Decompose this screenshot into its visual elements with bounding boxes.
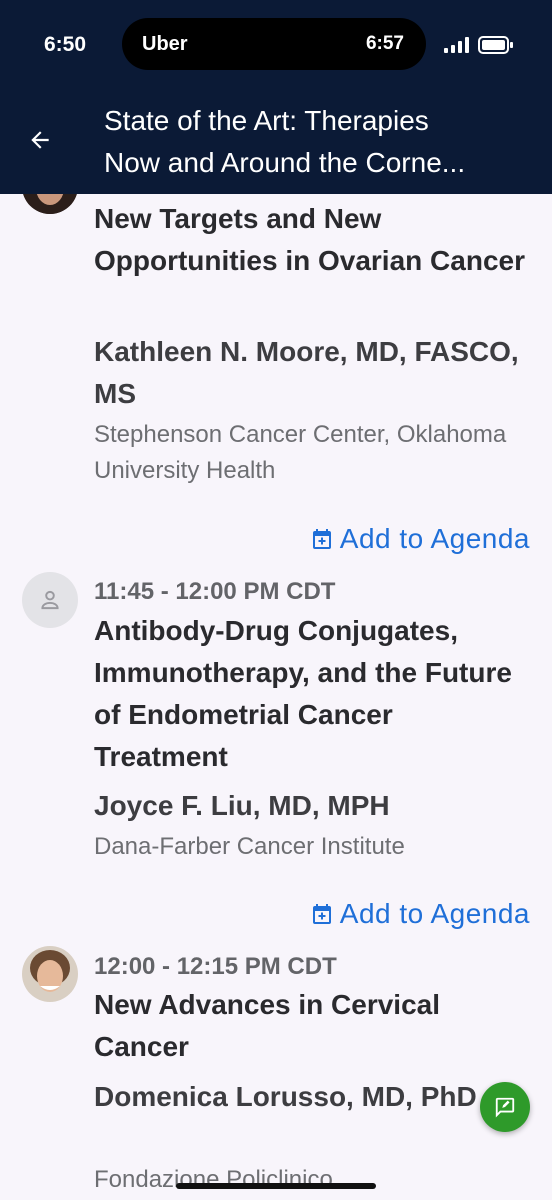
- speaker-photo: [22, 194, 78, 214]
- calendar-add-icon: [312, 904, 331, 924]
- home-indicator[interactable]: [176, 1183, 376, 1189]
- speaker-photo: [22, 946, 78, 1002]
- session-time: 11:45 - 12:00 PM CDT: [94, 578, 336, 605]
- battery-icon: [478, 36, 513, 54]
- add-to-agenda-label: Add to Agenda: [339, 898, 530, 929]
- add-to-agenda-label: Add to Agenda: [339, 523, 530, 554]
- signal-icon: [444, 37, 469, 53]
- speaker-affiliation: Stephenson Cancer Center, Oklahoma Unive…: [94, 421, 507, 484]
- speaker-name[interactable]: Kathleen N. Moore, MD, FASCO, MS: [94, 331, 534, 415]
- session-list: New Targets and New Opportunities in Ova…: [0, 194, 552, 1200]
- session-title[interactable]: New Targets and New Opportunities in Ova…: [94, 198, 534, 282]
- speaker-avatar: [22, 946, 78, 1002]
- chat-feedback-icon: [495, 1097, 515, 1118]
- calendar-add-icon: [312, 529, 331, 549]
- speaker-affiliation: Dana-Farber Cancer Institute: [94, 833, 405, 860]
- dynamic-island[interactable]: Uber 6:57: [122, 18, 426, 70]
- speaker-affiliation: Fondazione Policlinico: [94, 1166, 333, 1193]
- person-icon: [41, 590, 59, 610]
- page-title: State of the Art: Therapies Now and Aroun…: [104, 100, 534, 184]
- session-title[interactable]: Antibody-Drug Conjugates, Immunotherapy,…: [94, 610, 534, 778]
- add-to-agenda-button[interactable]: Add to Agenda: [310, 898, 530, 930]
- add-to-agenda-button[interactable]: Add to Agenda: [310, 523, 530, 555]
- speaker-name[interactable]: Domenica Lorusso, MD, PhD: [94, 1076, 534, 1118]
- live-activity-time: 6:57: [365, 33, 404, 54]
- status-time: 6:50: [44, 33, 87, 56]
- page-title-text: State of the Art: Therapies Now and Aroun…: [104, 105, 466, 178]
- back-button[interactable]: [22, 122, 58, 158]
- speaker-name[interactable]: Joyce F. Liu, MD, MPH: [94, 785, 534, 827]
- feedback-button[interactable]: [480, 1082, 530, 1132]
- app-header: 6:50 Uber 6:57 State of the Art: Therapi…: [0, 0, 552, 194]
- live-activity-app: Uber: [142, 33, 188, 55]
- session-time: 12:00 - 12:15 PM CDT: [94, 953, 337, 980]
- session-title[interactable]: New Advances in Cervical Cancer: [94, 984, 534, 1068]
- speaker-avatar: [22, 572, 78, 628]
- back-arrow-icon: [31, 131, 49, 149]
- speaker-avatar: [22, 194, 78, 214]
